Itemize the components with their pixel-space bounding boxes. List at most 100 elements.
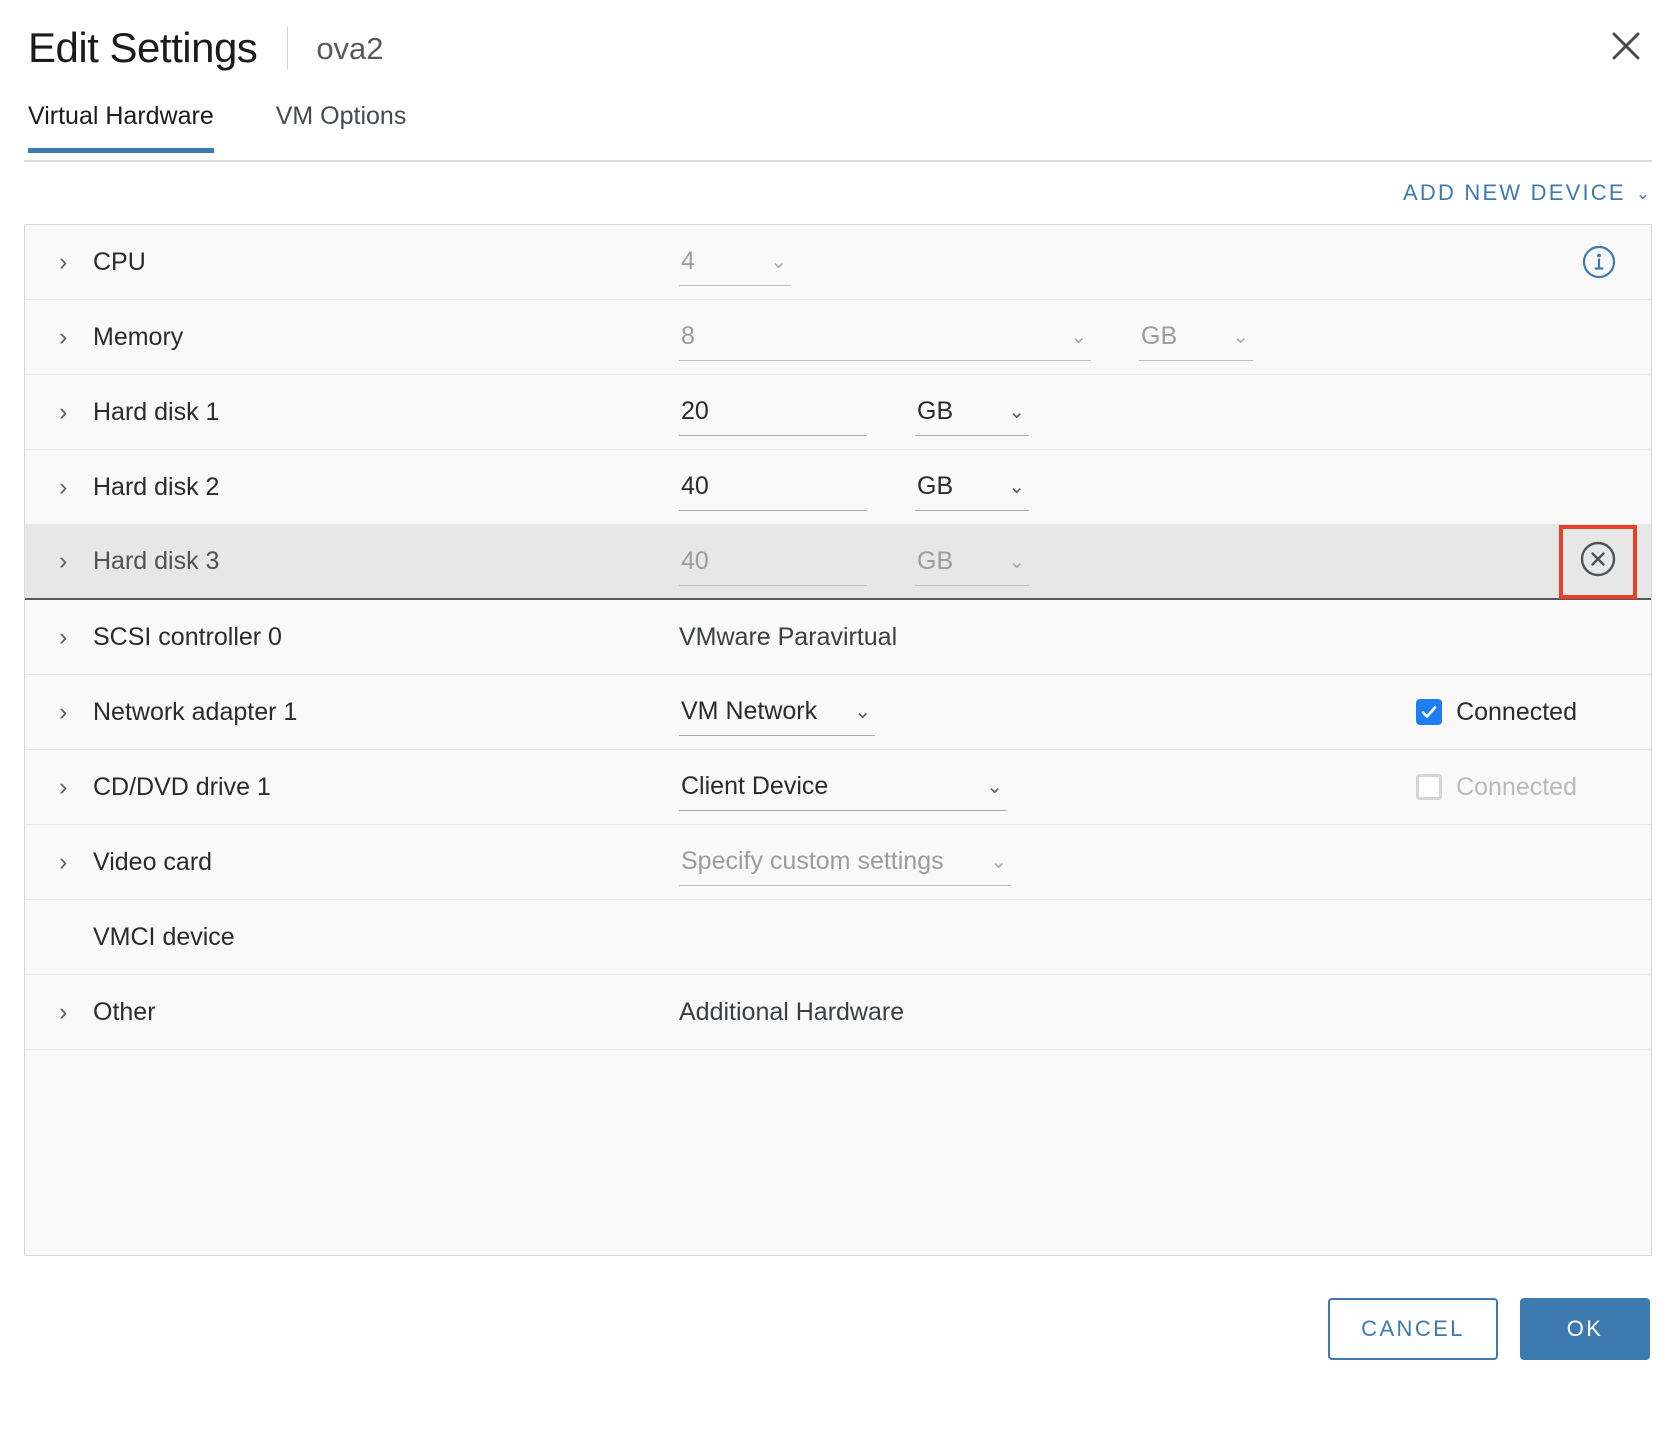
table-row-hard-disk-1[interactable]: › Hard disk 1 20 GB ⌄ <box>25 375 1651 450</box>
hard-disk-2-unit-select[interactable]: GB ⌄ <box>915 463 1029 511</box>
hard-disk-3-size-value: 40 <box>681 546 709 575</box>
video-card-settings-select[interactable]: Specify custom settings ⌄ <box>679 838 1011 886</box>
dialog-header: Edit Settings ova2 <box>24 0 1652 96</box>
hard-disk-2-value-cell: 40 GB ⌄ <box>679 463 1029 511</box>
info-icon[interactable] <box>1581 244 1617 280</box>
chevron-right-icon[interactable]: › <box>59 474 87 500</box>
chevron-down-icon: ⌄ <box>770 251 787 273</box>
hard-disk-1-unit-select[interactable]: GB ⌄ <box>915 388 1029 436</box>
table-row-cpu[interactable]: › CPU 4 ⌄ <box>25 225 1651 300</box>
chevron-right-icon[interactable]: › <box>59 249 87 275</box>
device-name: SCSI controller 0 <box>93 622 282 651</box>
hard-disk-2-size-value: 40 <box>681 472 709 500</box>
checkbox-unchecked-icon <box>1416 774 1443 800</box>
chevron-right-icon[interactable]: › <box>59 699 87 725</box>
cd-dvd-connected-label: Connected <box>1456 772 1577 801</box>
hard-disk-3-value-cell: 40 GB ⌄ <box>679 538 1029 586</box>
hard-disk-3-row-right <box>1559 524 1651 599</box>
row-label-cell: › Video card <box>59 848 679 877</box>
chevron-down-icon: ⌄ <box>1008 476 1025 498</box>
table-row-other[interactable]: › Other Additional Hardware <box>25 975 1651 1050</box>
hard-disk-1-unit-value: GB <box>917 397 954 425</box>
network-adapter-value-cell: VM Network ⌄ <box>679 688 875 736</box>
hard-disk-2-size-input[interactable]: 40 <box>679 463 867 511</box>
row-label-cell: › SCSI controller 0 <box>59 623 679 652</box>
cd-dvd-row-right: Connected <box>1416 750 1651 824</box>
chevron-right-icon[interactable]: › <box>59 399 87 425</box>
device-name: CPU <box>93 247 146 276</box>
chevron-down-icon: ⌄ <box>854 701 871 723</box>
table-row-cd-dvd-drive-1[interactable]: › CD/DVD drive 1 Client Device ⌄ Connect… <box>25 750 1651 825</box>
hard-disk-1-value-cell: 20 GB ⌄ <box>679 388 1029 436</box>
table-row-hard-disk-2[interactable]: › Hard disk 2 40 GB ⌄ <box>25 450 1651 525</box>
device-name: Hard disk 3 <box>93 547 220 575</box>
video-card-settings-value: Specify custom settings <box>681 847 944 875</box>
network-adapter-select[interactable]: VM Network ⌄ <box>679 688 875 736</box>
device-name: CD/DVD drive 1 <box>93 772 271 801</box>
memory-size-value: 8 <box>681 322 695 350</box>
cd-dvd-device-select[interactable]: Client Device ⌄ <box>679 763 1007 811</box>
chevron-right-icon[interactable]: › <box>59 624 87 650</box>
hard-disk-3-unit-select[interactable]: GB ⌄ <box>915 538 1029 586</box>
tab-virtual-hardware[interactable]: Virtual Hardware <box>28 96 214 153</box>
network-connected-label: Connected <box>1456 697 1577 726</box>
network-connected-checkbox[interactable]: Connected <box>1416 698 1577 727</box>
network-adapter-value: VM Network <box>681 697 818 725</box>
chevron-down-icon: ⌄ <box>990 851 1007 873</box>
video-card-value-cell: Specify custom settings ⌄ <box>679 838 1011 886</box>
device-name: Network adapter 1 <box>93 697 298 726</box>
tab-vm-options[interactable]: VM Options <box>276 96 407 151</box>
checkbox-checked-icon <box>1416 699 1443 725</box>
ok-button[interactable]: OK <box>1520 1298 1650 1360</box>
hard-disk-3-size-input[interactable]: 40 <box>679 538 867 586</box>
hard-disk-2-unit-value: GB <box>917 472 954 500</box>
chevron-down-icon: ⌄ <box>1008 550 1025 573</box>
chevron-right-icon[interactable]: › <box>59 849 87 875</box>
device-name: Memory <box>93 322 184 351</box>
row-label-cell: › Hard disk 2 <box>59 473 679 502</box>
hard-disk-1-size-value: 20 <box>681 397 709 425</box>
add-new-device-button[interactable]: ADD NEW DEVICE ⌄ <box>1403 180 1650 206</box>
other-description: Additional Hardware <box>679 997 905 1026</box>
chevron-right-icon[interactable]: › <box>59 549 87 574</box>
memory-size-input[interactable]: 8 ⌄ <box>679 313 1091 361</box>
device-name: VMCI device <box>93 922 235 951</box>
table-row-memory[interactable]: › Memory 8 ⌄ GB ⌄ <box>25 300 1651 375</box>
table-row-scsi-controller-0[interactable]: › SCSI controller 0 VMware Paravirtual <box>25 600 1651 675</box>
table-row-hard-disk-3[interactable]: › Hard disk 3 40 GB ⌄ <box>25 524 1651 600</box>
dialog-footer: CANCEL OK <box>24 1256 1652 1376</box>
scsi-controller-value-cell: VMware Paravirtual <box>679 623 897 652</box>
device-name: Hard disk 2 <box>93 472 220 501</box>
toolbar: ADD NEW DEVICE ⌄ <box>24 162 1652 224</box>
cpu-count-select[interactable]: 4 ⌄ <box>679 238 791 286</box>
chevron-right-icon[interactable]: › <box>59 774 87 800</box>
other-value-cell: Additional Hardware <box>679 998 904 1027</box>
remove-device-button[interactable] <box>1559 524 1637 599</box>
chevron-right-icon[interactable]: › <box>59 324 87 350</box>
cancel-button[interactable]: CANCEL <box>1328 1298 1498 1360</box>
chevron-down-icon: ⌄ <box>1232 326 1249 348</box>
chevron-right-icon[interactable]: › <box>59 999 87 1025</box>
row-label-cell: › Hard disk 1 <box>59 398 679 427</box>
page-title: Edit Settings <box>28 24 258 71</box>
table-row-video-card[interactable]: › Video card Specify custom settings ⌄ <box>25 825 1651 900</box>
device-name: Other <box>93 997 156 1026</box>
table-row-vmci-device[interactable]: › VMCI device <box>25 900 1651 975</box>
hard-disk-3-unit-value: GB <box>917 546 954 575</box>
hard-disk-1-size-input[interactable]: 20 <box>679 388 867 436</box>
memory-unit-select[interactable]: GB ⌄ <box>1139 313 1253 361</box>
row-label-cell: › VMCI device <box>59 923 679 952</box>
row-label-cell: › Memory <box>59 323 679 352</box>
row-label-cell: › Other <box>59 998 679 1027</box>
chevron-down-icon: ⌄ <box>1070 326 1087 348</box>
cpu-row-right <box>1581 225 1651 299</box>
table-row-network-adapter-1[interactable]: › Network adapter 1 VM Network ⌄ Connect… <box>25 675 1651 750</box>
memory-value-cell: 8 ⌄ GB ⌄ <box>679 313 1253 361</box>
close-button[interactable] <box>1600 20 1652 72</box>
cd-dvd-device-value: Client Device <box>681 772 829 800</box>
row-label-cell: › CD/DVD drive 1 <box>59 773 679 802</box>
memory-unit-value: GB <box>1141 322 1178 350</box>
device-name: Hard disk 1 <box>93 397 220 426</box>
device-name: Video card <box>93 847 213 876</box>
cd-dvd-connected-checkbox[interactable]: Connected <box>1416 773 1577 802</box>
